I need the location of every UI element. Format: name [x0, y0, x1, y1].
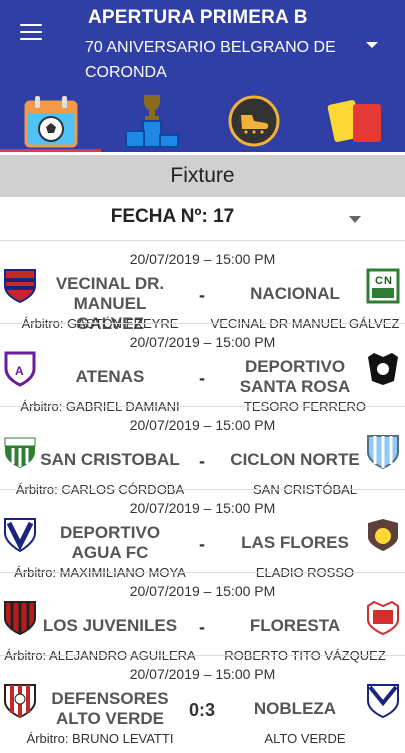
match-score: - [199, 451, 205, 471]
tournament-dropdown-icon[interactable] [366, 42, 378, 48]
away-team: DEPORTIVO SANTA ROSA [239, 357, 351, 396]
match-score: - [199, 368, 205, 388]
referee-label: Árbitro: BRUNO LEVATTI [26, 731, 174, 746]
team-crest-icon [4, 601, 36, 636]
match-score: 0:3 [188, 700, 215, 720]
team-crest-icon [368, 519, 398, 551]
match-date: 20/07/2019 – 15:00 PM [129, 417, 276, 433]
away-team: FLORESTA [249, 616, 341, 635]
home-team: DEFENSORES ALTO VERDE [51, 689, 169, 728]
fecha-selector[interactable]: FECHA Nº: 17 [0, 198, 405, 238]
match-row[interactable]: 20/07/2019 – 15:00 PM VECINAL DR. MANUEL… [0, 240, 405, 333]
tab-scorers[interactable] [204, 90, 304, 152]
svg-text:C: C [375, 275, 383, 287]
away-team: CICLON NORTE [230, 450, 360, 469]
team-crest-icon [4, 518, 36, 553]
team-crest-icon [368, 353, 398, 385]
app-bar: APERTURA PRIMERA B 70 ANIVERSARIO BELGRA… [0, 0, 405, 152]
home-team: DEPORTIVO AGUA FC [59, 523, 161, 562]
home-team: SAN CRISTOBAL [40, 450, 180, 469]
tab-standings[interactable] [102, 90, 202, 152]
fecha-label: FECHA Nº: 17 [110, 206, 235, 227]
match-date: 20/07/2019 – 15:00 PM [129, 500, 276, 516]
svg-text:N: N [384, 275, 392, 287]
golden-boot-icon [228, 95, 280, 147]
team-crest-icon [4, 269, 36, 304]
venue-label: ALTO VERDE [264, 731, 346, 746]
match-row[interactable]: 20/07/2019 – 15:00 PM DEPORTIVO AGUA FC … [0, 489, 405, 580]
team-crest-icon [367, 684, 399, 719]
menu-icon[interactable] [20, 24, 42, 40]
tab-fixture[interactable] [0, 90, 100, 152]
team-crest-icon [367, 600, 399, 636]
tab-bar [0, 90, 405, 152]
match-score: - [199, 534, 205, 554]
tab-cards[interactable] [305, 90, 405, 152]
match-date: 20/07/2019 – 15:00 PM [129, 666, 276, 682]
svg-text:A: A [15, 364, 24, 378]
match-score: - [199, 285, 205, 305]
match-row[interactable]: 20/07/2019 – 15:00 PM A ATENAS - DEPORTI… [0, 323, 405, 414]
team-crest-icon [4, 684, 36, 719]
team-crest-icon: C N [366, 268, 400, 304]
away-team: LAS FLORES [241, 533, 349, 552]
fecha-dropdown-icon[interactable] [349, 216, 361, 223]
tournament-subtitle[interactable]: 70 ANIVERSARIO BELGRANO DE CORONDA [85, 35, 355, 85]
calendar-ball-icon [24, 96, 78, 148]
team-crest-icon [4, 437, 36, 468]
podium-trophy-icon [125, 95, 179, 148]
team-crest-icon [367, 435, 399, 470]
match-score: - [199, 617, 205, 637]
home-team: ATENAS [75, 367, 145, 386]
team-crest-icon: A [4, 351, 36, 387]
match-row[interactable]: 20/07/2019 – 15:00 PM DEFENSORES ALTO VE… [0, 655, 405, 746]
match-row[interactable]: 20/07/2019 – 15:00 PM SAN CRISTOBAL - CI… [0, 406, 405, 497]
match-date: 20/07/2019 – 15:00 PM [129, 334, 276, 350]
yellow-red-cards-icon [327, 100, 381, 142]
match-date: 20/07/2019 – 15:00 PM [129, 583, 276, 599]
app-title: APERTURA PRIMERA B [88, 7, 308, 28]
active-tab-indicator [0, 149, 101, 152]
home-team: LOS JUVENILES [42, 616, 178, 635]
section-title: Fixture [0, 155, 405, 197]
match-list: 20/07/2019 – 15:00 PM VECINAL DR. MANUEL… [0, 240, 405, 746]
match-date: 20/07/2019 – 15:00 PM [129, 251, 276, 267]
away-team: NOBLEZA [253, 699, 337, 718]
match-row[interactable]: 20/07/2019 – 15:00 PM LOS JUVENILES - FL… [0, 572, 405, 663]
away-team: NACIONAL [250, 284, 340, 303]
